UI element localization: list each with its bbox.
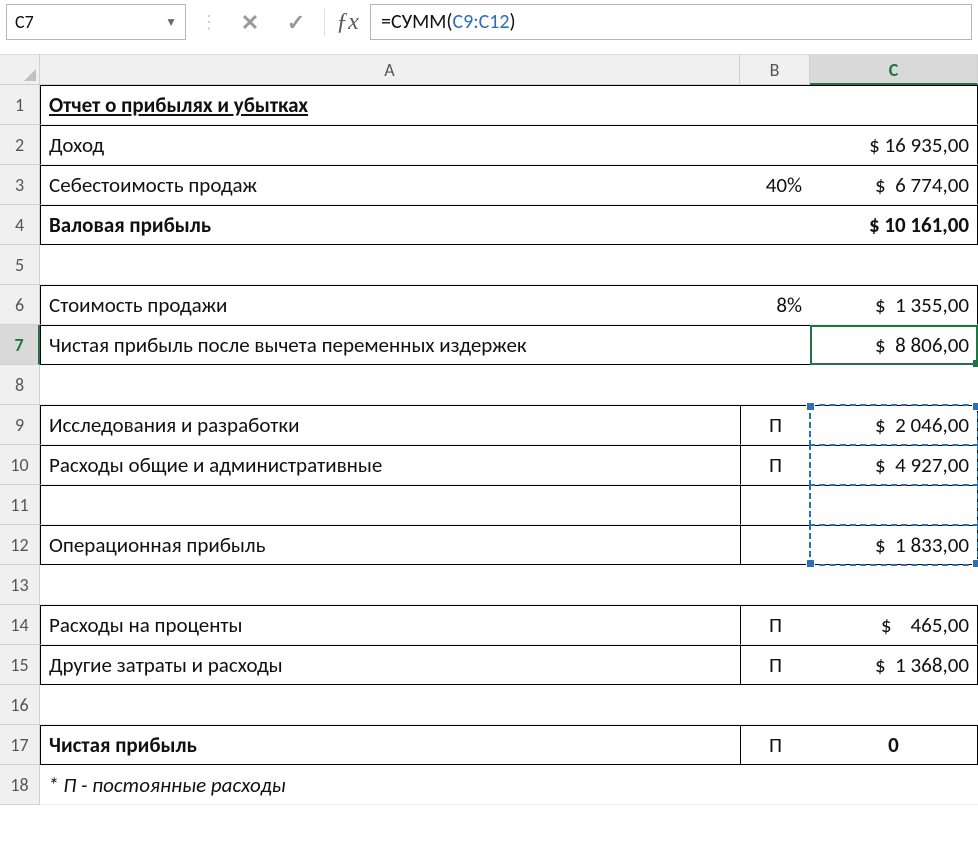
cell-c9[interactable]: $ 2 046,00 [810, 405, 978, 445]
cell-b16[interactable] [740, 685, 810, 725]
cell-c4[interactable]: $ 10 161,00 [810, 205, 978, 245]
cell-c10[interactable]: $ 4 927,00 [810, 445, 978, 485]
cell-b18[interactable] [740, 765, 810, 805]
cell-c3[interactable]: $ 6 774,00 [810, 165, 978, 205]
cell-c16[interactable] [810, 685, 978, 725]
cell-b3[interactable]: 40% [740, 165, 810, 205]
cell-c1[interactable] [810, 85, 978, 125]
cell-a4[interactable]: Валовая прибыль [40, 205, 740, 245]
cell-c7[interactable]: $ 8 806,00 [810, 325, 978, 365]
separator-icon: ⋮ [196, 11, 222, 33]
cell-b13[interactable] [740, 565, 810, 605]
cell-c12[interactable]: $ 1 833,00 [810, 525, 978, 565]
row-header[interactable]: 3 [0, 165, 40, 205]
row-header[interactable]: 12 [0, 525, 40, 565]
cell-b4[interactable] [740, 205, 810, 245]
name-box[interactable]: C7 ▼ [6, 4, 186, 40]
cell-a15[interactable]: Другие затраты и расходы [40, 645, 740, 685]
cell-a12[interactable]: Операционная прибыль [40, 525, 740, 565]
cell-a17[interactable]: Чистая прибыль [40, 725, 740, 765]
row-header[interactable]: 11 [0, 485, 40, 525]
cell-b7[interactable] [740, 325, 810, 365]
cell-b15[interactable]: П [740, 645, 810, 685]
row-header[interactable]: 13 [0, 565, 40, 605]
cell-c8[interactable] [810, 365, 978, 405]
name-box-dropdown-icon[interactable]: ▼ [165, 15, 177, 30]
row-header[interactable]: 16 [0, 685, 40, 725]
cell-c18[interactable] [810, 765, 978, 805]
col-header-c[interactable]: C [810, 55, 978, 85]
cell-b1[interactable] [740, 85, 810, 125]
row-header[interactable]: 6 [0, 285, 40, 325]
cell-b14[interactable]: П [740, 605, 810, 645]
cell-b5[interactable] [740, 245, 810, 285]
cell-b6[interactable]: 8% [740, 285, 810, 325]
cell-a13[interactable] [40, 565, 740, 605]
cell-c11[interactable] [810, 485, 978, 525]
row-header[interactable]: 18 [0, 765, 40, 805]
accept-formula-icon[interactable]: ✓ [278, 7, 314, 37]
cell-a7[interactable]: Чистая прибыль после вычета переменных и… [40, 325, 740, 365]
cell-a9[interactable]: Исследования и разработки [40, 405, 740, 445]
cell-c5[interactable] [810, 245, 978, 285]
cell-b2[interactable] [740, 125, 810, 165]
row-header[interactable]: 10 [0, 445, 40, 485]
select-all-corner[interactable] [0, 55, 40, 85]
cell-c6[interactable]: $ 1 355,00 [810, 285, 978, 325]
cell-b17[interactable]: П [740, 725, 810, 765]
cell-b11[interactable] [740, 485, 810, 525]
row-header[interactable]: 4 [0, 205, 40, 245]
cell-a2[interactable]: Доход [40, 125, 740, 165]
cell-a6[interactable]: Стоимость продажи [40, 285, 740, 325]
cell-c15[interactable]: $ 1 368,00 [810, 645, 978, 685]
cell-a1[interactable]: Отчет о прибылях и убытках [40, 85, 740, 125]
cell-c17[interactable]: 0 [810, 725, 978, 765]
row-header[interactable]: 5 [0, 245, 40, 285]
row-header[interactable]: 8 [0, 365, 40, 405]
row-header[interactable]: 15 [0, 645, 40, 685]
cell-a10[interactable]: Расходы общие и административные [40, 445, 740, 485]
cell-a11[interactable] [40, 485, 740, 525]
formula-bar: C7 ▼ ⋮ ✕ ✓ ƒx =СУММ(C9:C12) [0, 0, 978, 55]
cell-b12[interactable] [740, 525, 810, 565]
row-header[interactable]: 7 [0, 325, 40, 365]
cell-b10[interactable]: П [740, 445, 810, 485]
cell-a5[interactable] [40, 245, 740, 285]
cell-b9[interactable]: П [740, 405, 810, 445]
cancel-formula-icon[interactable]: ✕ [232, 7, 268, 37]
formula-input[interactable]: =СУММ(C9:C12) [370, 4, 972, 40]
col-header-a[interactable]: A [40, 55, 740, 85]
insert-function-icon[interactable]: ƒx [324, 9, 360, 36]
cell-a14[interactable]: Расходы на проценты [40, 605, 740, 645]
cell-c14[interactable]: $ 465,00 [810, 605, 978, 645]
row-header[interactable]: 14 [0, 605, 40, 645]
cell-a8[interactable] [40, 365, 740, 405]
cell-a18[interactable]: * П - постоянные расходы [40, 765, 740, 805]
cell-a3[interactable]: Себестоимость продаж [40, 165, 740, 205]
col-header-b[interactable]: B [740, 55, 810, 85]
name-box-value: C7 [15, 11, 34, 33]
row-header[interactable]: 1 [0, 85, 40, 125]
formula-text: =СУММ(C9:C12) [381, 10, 516, 34]
cell-b8[interactable] [740, 365, 810, 405]
cell-c2[interactable]: $ 16 935,00 [810, 125, 978, 165]
spreadsheet-grid[interactable]: A B C 1 Отчет о прибылях и убытках 2 Дох… [0, 55, 978, 805]
row-header[interactable]: 2 [0, 125, 40, 165]
row-header[interactable]: 9 [0, 405, 40, 445]
cell-a16[interactable] [40, 685, 740, 725]
row-header[interactable]: 17 [0, 725, 40, 765]
cell-c13[interactable] [810, 565, 978, 605]
